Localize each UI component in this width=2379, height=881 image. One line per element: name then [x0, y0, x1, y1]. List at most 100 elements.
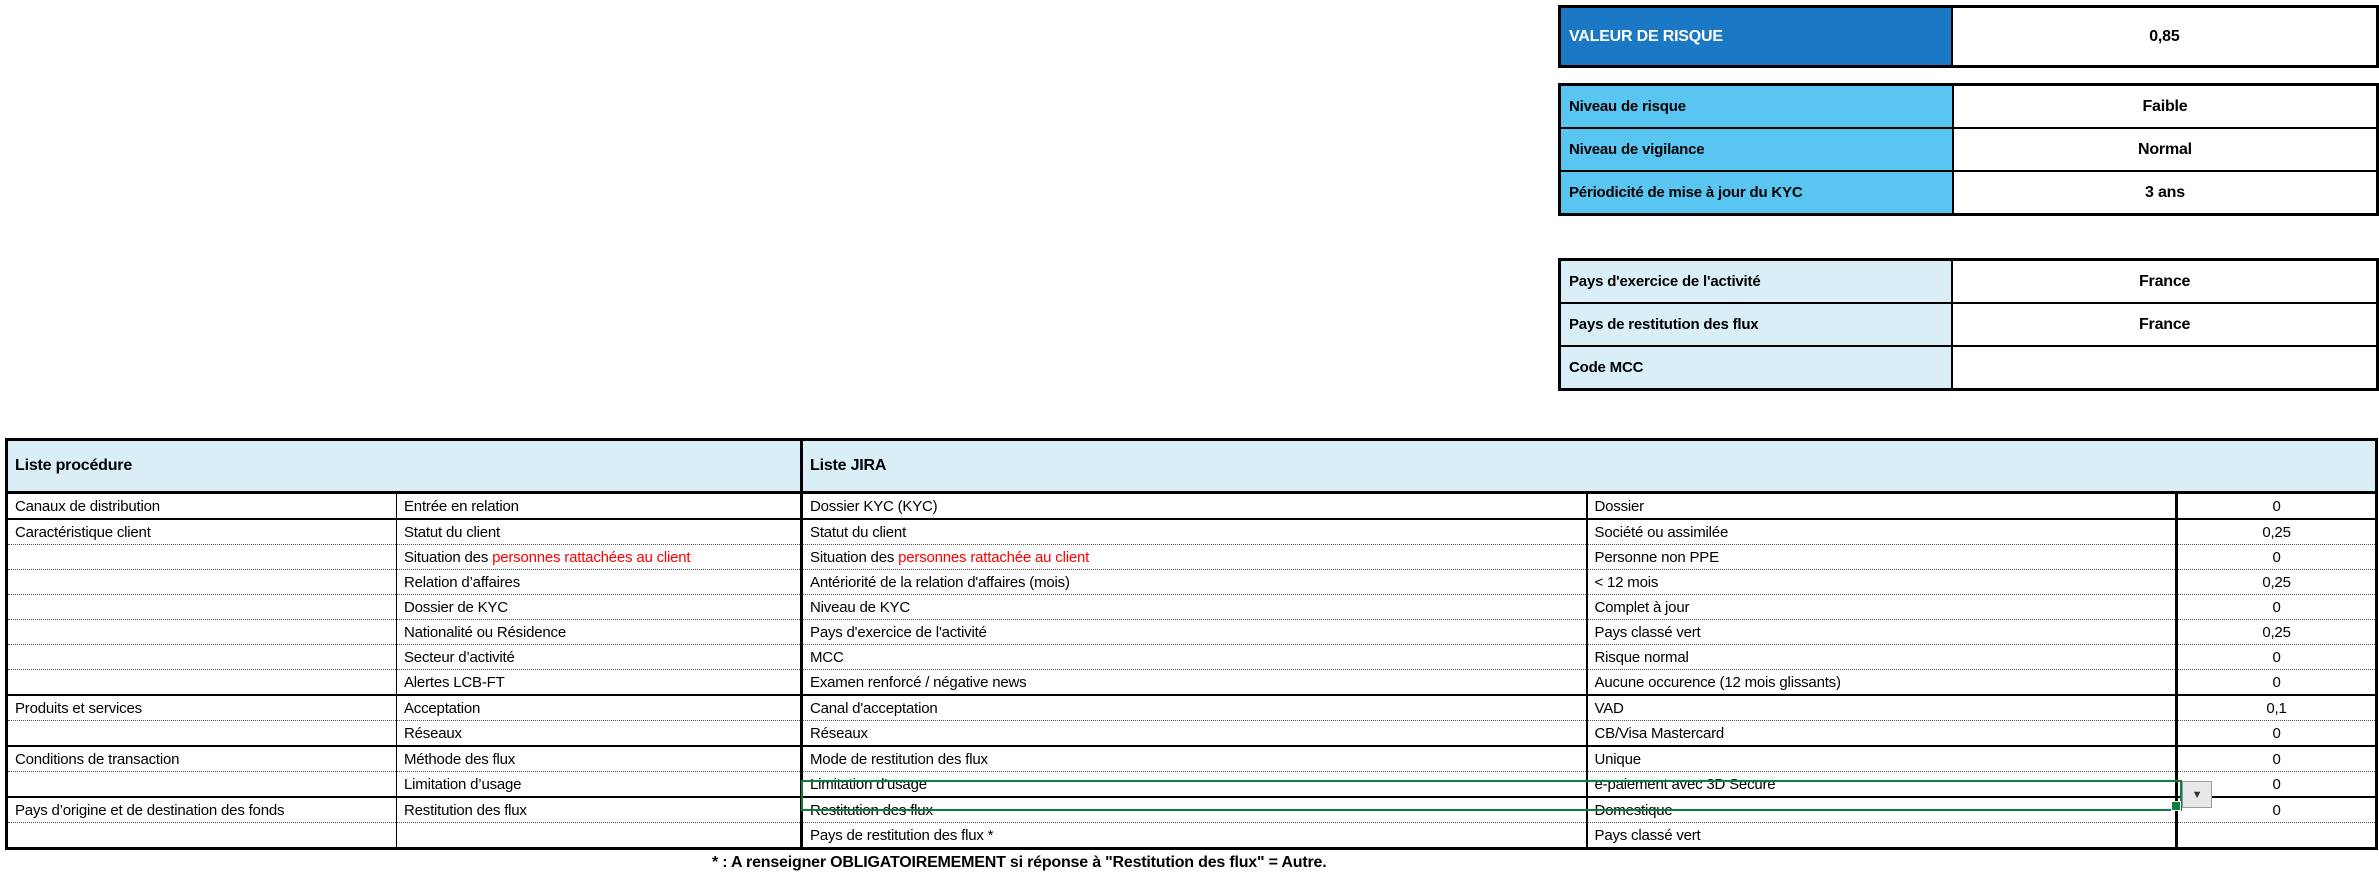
table-row: Niveau de risque Faible	[1560, 85, 2378, 129]
cell-category[interactable]: Produits et services	[7, 695, 397, 721]
cell-category[interactable]	[7, 670, 397, 696]
table-header-row: Liste procédure Liste JIRA	[7, 440, 2377, 493]
cell-category[interactable]: Canaux de distribution	[7, 493, 397, 520]
cell-value[interactable]: Complet à jour	[1587, 595, 2177, 620]
dropdown-button[interactable]: ▼	[2182, 781, 2212, 808]
cell-jira-item[interactable]: Limitation d'usage	[802, 772, 1587, 798]
flux-country-value[interactable]: France	[1952, 303, 2377, 346]
cell-score[interactable]: 0,25	[2177, 570, 2377, 595]
cell-procedure-item[interactable]: Méthode des flux	[397, 746, 802, 772]
cell-procedure-item[interactable]: Nationalité ou Résidence	[397, 620, 802, 645]
risk-value-cell[interactable]: 0,85	[1952, 7, 2378, 67]
risk-level-value[interactable]: Faible	[1953, 85, 2378, 129]
cell-procedure-item[interactable]: Secteur d’activité	[397, 645, 802, 670]
cell-procedure-item[interactable]: Statut du client	[397, 519, 802, 545]
vigilance-level-label: Niveau de vigilance	[1560, 128, 1953, 171]
cell-value[interactable]: Dossier	[1587, 493, 2177, 520]
activity-country-value[interactable]: France	[1952, 260, 2377, 304]
table-row: Pays de restitution des flux * Pays clas…	[7, 823, 2377, 849]
cell-jira-item[interactable]: Dossier KYC (KYC)	[802, 493, 1587, 520]
cell-jira-item[interactable]: Réseaux	[802, 721, 1587, 747]
cell-value[interactable]: Risque normal	[1587, 645, 2177, 670]
cell-value-selected[interactable]: Domestique	[1587, 797, 2177, 823]
cell-jira-item[interactable]: Pays de restitution des flux *	[802, 823, 1587, 849]
table-row: Nationalité ou Résidence Pays d'exercice…	[7, 620, 2377, 645]
cell-procedure-item[interactable]: Entrée en relation	[397, 493, 802, 520]
cell-procedure-item[interactable]: Situation des personnes rattachées au cl…	[397, 545, 802, 570]
cell-jira-item[interactable]: Antériorité de la relation d'affaires (m…	[802, 570, 1587, 595]
cell-category[interactable]	[7, 823, 397, 849]
cell-procedure-item[interactable]	[397, 823, 802, 849]
cell-category[interactable]	[7, 620, 397, 645]
procedure-item-red-highlight: personnes rattachées au client	[492, 549, 690, 566]
footnote: * : A renseigner OBLIGATOIREMEMENT si ré…	[712, 854, 1326, 872]
cell-value[interactable]: < 12 mois	[1587, 570, 2177, 595]
cell-jira-item[interactable]: Restitution des flux	[802, 797, 1587, 823]
mcc-code-label: Code MCC	[1560, 346, 1953, 390]
cell-jira-item[interactable]: Examen renforcé / négative news	[802, 670, 1587, 696]
cell-score[interactable]: 0	[2177, 670, 2377, 696]
cell-value[interactable]: Pays classé vert	[1587, 823, 2177, 849]
cell-procedure-item[interactable]: Restitution des flux	[397, 797, 802, 823]
cell-value[interactable]: Société ou assimilée	[1587, 519, 2177, 545]
kyc-periodicity-value[interactable]: 3 ans	[1953, 171, 2378, 215]
cell-jira-item[interactable]: Mode de restitution des flux	[802, 746, 1587, 772]
cell-score[interactable]: 0,25	[2177, 519, 2377, 545]
cell-score[interactable]	[2177, 823, 2377, 849]
cell-score[interactable]: 0	[2177, 545, 2377, 570]
cell-score[interactable]: 0	[2177, 645, 2377, 670]
cell-value[interactable]: CB/Visa Mastercard	[1587, 721, 2177, 747]
cell-jira-item[interactable]: Pays d'exercice de l'activité	[802, 620, 1587, 645]
cell-score[interactable]: 0	[2177, 721, 2377, 747]
cell-score[interactable]: 0,25	[2177, 620, 2377, 645]
cell-category[interactable]	[7, 721, 397, 747]
cell-value[interactable]: VAD	[1587, 695, 2177, 721]
cell-category[interactable]	[7, 595, 397, 620]
table-row: Relation d’affaires Antériorité de la re…	[7, 570, 2377, 595]
table-row: Niveau de vigilance Normal	[1560, 128, 2378, 171]
table-row: VALEUR DE RISQUE 0,85	[1560, 7, 2378, 67]
procedure-jira-mapping-table: Liste procédure Liste JIRA Canaux de dis…	[5, 438, 2378, 850]
cell-category[interactable]	[7, 570, 397, 595]
mcc-code-value[interactable]	[1952, 346, 2377, 390]
risk-value-label: VALEUR DE RISQUE	[1560, 7, 1952, 67]
cell-procedure-item[interactable]: Relation d’affaires	[397, 570, 802, 595]
cell-procedure-item[interactable]: Limitation d’usage	[397, 772, 802, 798]
table-row: Pays d'exercice de l'activité France	[1560, 260, 2378, 304]
cell-procedure-item[interactable]: Alertes LCB-FT	[397, 670, 802, 696]
vigilance-level-value[interactable]: Normal	[1953, 128, 2378, 171]
cell-jira-item[interactable]: Niveau de KYC	[802, 595, 1587, 620]
cell-procedure-item[interactable]: Acceptation	[397, 695, 802, 721]
cell-value[interactable]: Unique	[1587, 746, 2177, 772]
activity-country-label: Pays d'exercice de l'activité	[1560, 260, 1953, 304]
cell-jira-item[interactable]: Situation des personnes rattachée au cli…	[802, 545, 1587, 570]
table-row: Caractéristique client Statut du client …	[7, 519, 2377, 545]
table-row: Situation des personnes rattachées au cl…	[7, 545, 2377, 570]
cell-procedure-item[interactable]: Réseaux	[397, 721, 802, 747]
risk-levels-table: Niveau de risque Faible Niveau de vigila…	[1558, 83, 2379, 216]
procedure-item-prefix: Situation des	[404, 549, 492, 566]
cell-category[interactable]	[7, 772, 397, 798]
cell-score[interactable]: 0,1	[2177, 695, 2377, 721]
mapping-table-wrapper: Liste procédure Liste JIRA Canaux de dis…	[5, 438, 2377, 850]
cell-procedure-item[interactable]: Dossier de KYC	[397, 595, 802, 620]
cell-category[interactable]	[7, 545, 397, 570]
cell-score[interactable]: 0	[2177, 746, 2377, 772]
cell-value[interactable]: e-paiement avec 3D Secure	[1587, 772, 2177, 798]
cell-value[interactable]: Aucune occurence (12 mois glissants)	[1587, 670, 2177, 696]
cell-score[interactable]: 0	[2177, 493, 2377, 520]
header-liste-procedure: Liste procédure	[7, 440, 802, 493]
cell-value[interactable]: Personne non PPE	[1587, 545, 2177, 570]
cell-jira-item[interactable]: Canal d'acceptation	[802, 695, 1587, 721]
cell-jira-item[interactable]: MCC	[802, 645, 1587, 670]
cell-category[interactable]: Conditions de transaction	[7, 746, 397, 772]
chevron-down-icon: ▼	[2192, 789, 2203, 801]
fill-handle[interactable]	[2171, 801, 2181, 811]
cell-category[interactable]	[7, 645, 397, 670]
cell-score[interactable]: 0	[2177, 595, 2377, 620]
risk-value-table: VALEUR DE RISQUE 0,85	[1558, 5, 2379, 68]
cell-category[interactable]: Caractéristique client	[7, 519, 397, 545]
cell-value[interactable]: Pays classé vert	[1587, 620, 2177, 645]
cell-category[interactable]: Pays d’origine et de destination des fon…	[7, 797, 397, 823]
cell-jira-item[interactable]: Statut du client	[802, 519, 1587, 545]
